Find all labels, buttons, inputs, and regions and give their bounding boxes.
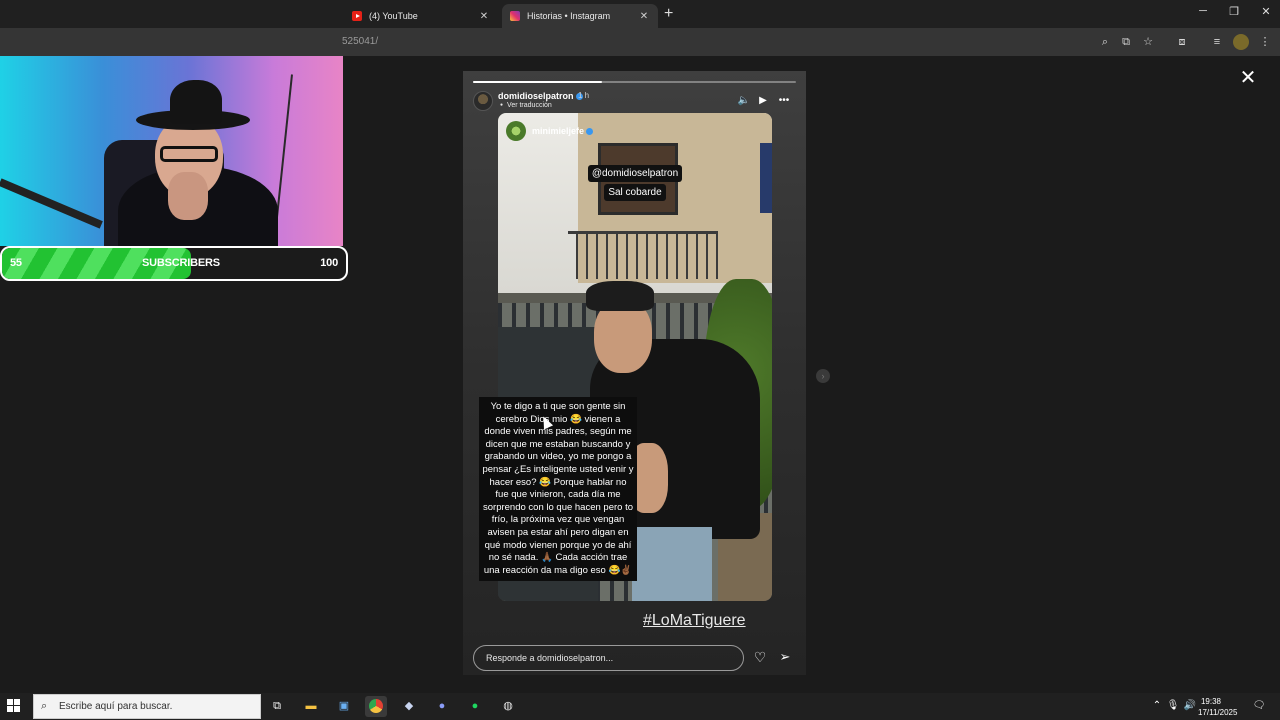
story-username-wrap[interactable]: domidioselpatron [498,91,583,101]
tab-instagram[interactable]: Historias • Instagram ✕ [502,4,658,28]
mention-line-2: Sal cobarde [604,184,666,201]
new-tab-button[interactable]: + [664,5,678,23]
pen-app-icon[interactable]: ◆ [398,696,420,717]
mention-sticker[interactable]: @domidioselpatron Sal cobarde [586,163,684,201]
clock-date: 17/11/2025 [1198,708,1238,717]
instagram-story-viewer: ✕ › domidioselpatron 1 h Ver traducción … [0,56,1280,693]
verified-badge-icon [586,128,594,136]
story-caption-text: Yo te digo a ti que son gente sin cerebr… [479,397,637,582]
photo-person-cap [586,281,654,311]
translate-link[interactable]: Ver traducción [500,102,552,109]
story-timestamp: 1 h [578,91,590,100]
steam-icon[interactable]: ◍ [497,696,519,717]
chrome-icon[interactable] [365,696,387,717]
spotify-icon[interactable]: ● [464,696,486,717]
photo-person-jeans [632,527,712,601]
tray-expand-icon[interactable]: ⌃ [1150,700,1164,711]
youtube-favicon-icon [352,11,362,21]
like-heart-icon[interactable]: ♡ [752,649,768,666]
install-app-icon[interactable]: ⧉ [1118,34,1134,50]
subscriber-target: 100 [320,257,338,269]
story-card: domidioselpatron 1 h Ver traducción 🔈 ▶ … [463,71,806,675]
media-control-icon[interactable]: ≡ [1209,34,1225,50]
reshared-username-wrap[interactable]: minimieljefe [532,126,594,136]
story-progress-fill [473,81,603,83]
play-icon[interactable]: ▶ [756,95,770,106]
menu-kebab-icon[interactable]: ⋮ [1257,34,1273,50]
address-bar[interactable]: 525041/ [342,36,378,47]
search-icon: ⌕ [41,700,48,712]
restore-button[interactable]: ❐ [1224,5,1244,18]
cam-hat [170,80,222,124]
send-icon[interactable]: ➢ [777,649,793,665]
cam-microphone-arm [0,178,103,229]
reply-input[interactable]: Responde a domidioselpatron... [473,645,744,671]
story-user-avatar[interactable] [473,91,493,111]
story-username[interactable]: domidioselpatron [498,91,574,101]
tab-close-icon[interactable]: ✕ [478,11,490,22]
minimize-button[interactable]: ─ [1193,5,1213,17]
tab-title: (4) YouTube [369,11,418,21]
screen: (4) YouTube ✕ Historias • Instagram ✕ + … [0,0,1280,720]
story-progress-bar [473,81,796,83]
zoom-icon[interactable]: ⌕ [1097,34,1113,50]
tab-close-icon[interactable]: ✕ [638,11,650,22]
reshared-username[interactable]: minimieljefe [532,126,584,136]
sound-icon[interactable]: 🔈 [737,95,751,106]
profile-avatar-icon[interactable] [1233,34,1249,50]
hashtag-sticker[interactable]: #LoMaTiguere [643,612,746,630]
more-options-icon[interactable]: ••• [777,95,791,106]
tab-title: Historias • Instagram [527,11,611,21]
next-story-arrow-icon[interactable]: › [816,369,830,383]
volume-icon[interactable]: 🔊 [1183,700,1197,711]
windows-taskbar: ⌕ Escribe aquí para buscar. ⧉ ▬ ▣ ◆ ● ● … [0,693,1280,720]
extensions-icon[interactable]: ⧈ [1174,34,1190,50]
bookmark-star-icon[interactable]: ☆ [1140,34,1156,50]
browser-toolbar: 525041/ ⌕ ⧉ ☆ ⧈ ≡ ⋮ [0,28,1280,56]
close-story-icon[interactable]: ✕ [1238,68,1258,88]
windows-start-icon[interactable] [7,699,21,713]
subscriber-current: 55 [10,257,22,269]
taskbar-search-input[interactable]: ⌕ Escribe aquí para buscar. [33,694,261,719]
discord-icon[interactable]: ● [431,696,453,717]
taskbar-search-placeholder[interactable]: Escribe aquí para buscar. [59,701,172,712]
microphone-icon[interactable]: 🎙 [1166,700,1180,711]
window-close-button[interactable]: ✕ [1256,5,1276,18]
store-icon[interactable]: ▣ [333,696,355,717]
photo-balcony [568,231,718,279]
file-explorer-icon[interactable]: ▬ [300,696,322,717]
browser-titlebar: (4) YouTube ✕ Historias • Instagram ✕ + … [0,0,1280,28]
subscriber-goal-bar: 55 SUBSCRIBERS 100 [0,246,348,281]
mention-line-1[interactable]: @domidioselpatron [587,165,683,182]
task-view-icon[interactable]: ⧉ [266,696,288,717]
instagram-favicon-icon [510,11,520,21]
cam-glasses [160,146,218,162]
taskbar-clock[interactable]: 19:38 17/11/2025 [1198,696,1238,718]
webcam-overlay [0,56,343,246]
tab-youtube[interactable]: (4) YouTube ✕ [344,4,498,28]
clock-time: 19:38 [1200,697,1222,706]
subscriber-label: SUBSCRIBERS [142,257,220,269]
cam-hand [168,172,208,220]
notifications-icon[interactable]: 🗨 [1252,700,1266,711]
photo-window-blue [760,143,772,213]
reshared-user-avatar[interactable] [506,121,526,141]
